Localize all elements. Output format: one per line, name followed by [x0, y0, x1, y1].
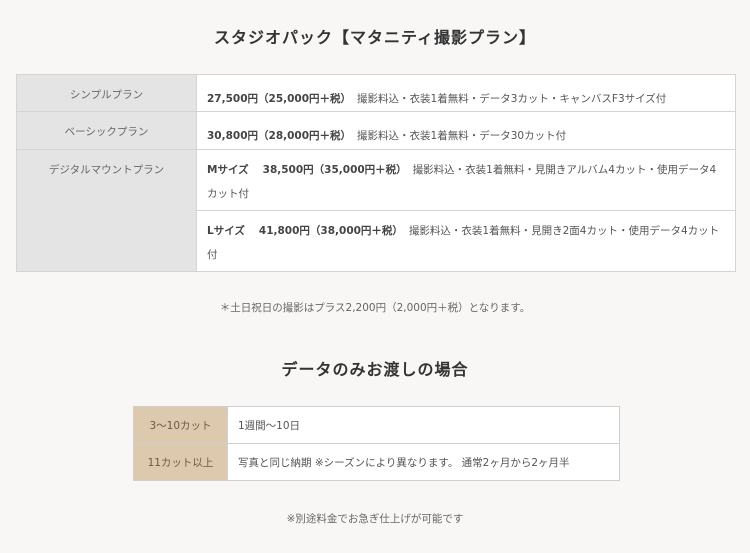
plan-name-basic: ベーシックプラン	[16, 111, 197, 150]
plan-price: 41,800円（38,000円＋税）	[258, 225, 403, 237]
table-row: 3〜10カット 1週間〜10日	[133, 406, 620, 444]
table-row: ベーシックプラン 30,800円（28,000円＋税） 撮影料込・衣装1着無料・デ…	[16, 111, 736, 150]
cut-count-label: 3〜10カット	[133, 406, 228, 444]
plan-price: 30,800円（28,000円＋税）	[207, 130, 352, 142]
delivery-table: 3〜10カット 1週間〜10日 11カット以上 写真と同じ納期 ※シーズンにより…	[133, 406, 620, 481]
plan-name-digital-mount: デジタルマウントプラン	[16, 149, 197, 272]
delivery-time-value: 1週間〜10日	[227, 406, 620, 444]
plan-table: シンプルプラン 27,500円（25,000円＋税） 撮影料込・衣装1着無料・デー…	[16, 74, 736, 272]
express-option-note: ※別途料金でお急ぎ仕上げが可能です	[286, 513, 464, 525]
plan-description: 撮影料込・衣装1着無料・データ30カット付	[357, 130, 567, 142]
plan-section-title: スタジオパック【マタニティ撮影プラン】	[213, 28, 537, 47]
plan-size-label: Mサイズ	[207, 164, 249, 176]
plan-description: 撮影料込・衣装1着無料・データ3カット・キャンバスF3サイズ付	[357, 93, 667, 105]
plan-detail-simple: 27,500円（25,000円＋税） 撮影料込・衣装1着無料・データ3カット・キャ…	[196, 74, 736, 112]
table-row: デジタルマウントプラン Mサイズ 38,500円（35,000円＋税） 撮影料込・衣…	[16, 149, 736, 272]
table-row: シンプルプラン 27,500円（25,000円＋税） 撮影料込・衣装1着無料・デー…	[16, 74, 736, 112]
plan-price: 38,500円（35,000円＋税）	[262, 164, 407, 176]
plan-name-simple: シンプルプラン	[16, 74, 197, 112]
data-delivery-section-title: データのみお渡しの場合	[281, 360, 469, 379]
plan-detail-basic: 30,800円（28,000円＋税） 撮影料込・衣装1着無料・データ30カット付	[196, 111, 736, 150]
weekend-surcharge-note: ＊土日祝日の撮影はプラス2,200円（2,000円＋税）となります。	[219, 302, 531, 314]
plan-price: 27,500円（25,000円＋税）	[207, 93, 352, 105]
table-row: 11カット以上 写真と同じ納期 ※シーズンにより異なります。 通常2ヶ月から2ヶ…	[133, 443, 620, 481]
plan-detail-m-size: Mサイズ 38,500円（35,000円＋税） 撮影料込・衣装1着無料・見開きアルバ…	[196, 149, 736, 211]
plan-size-label: Lサイズ	[207, 225, 245, 237]
cut-count-label: 11カット以上	[133, 443, 228, 481]
plan-detail-l-size: Lサイズ 41,800円（38,000円＋税） 撮影料込・衣装1着無料・見開き2面4…	[196, 210, 736, 272]
delivery-time-value: 写真と同じ納期 ※シーズンにより異なります。 通常2ヶ月から2ヶ月半	[227, 443, 620, 481]
